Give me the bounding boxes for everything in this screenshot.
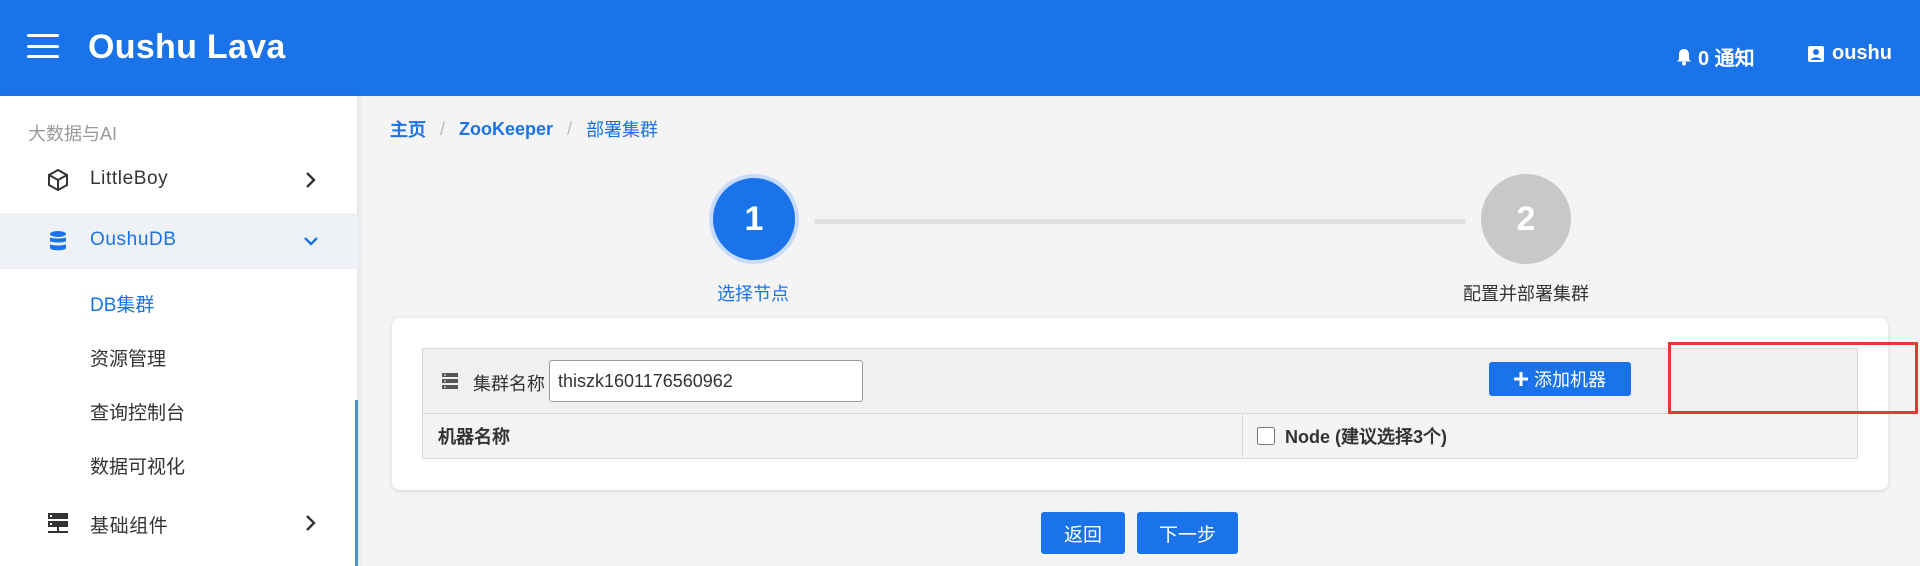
breadcrumb: 主页 / ZooKeeper / 部署集群 xyxy=(390,116,658,142)
sidebar-subitem-db-cluster[interactable]: DB集群 xyxy=(90,290,154,317)
breadcrumb-zookeeper[interactable]: ZooKeeper xyxy=(459,119,553,140)
step-2-label: 配置并部署集群 xyxy=(1463,284,1589,304)
back-button[interactable]: 返回 xyxy=(1041,512,1125,554)
add-machine-label: 添加机器 xyxy=(1534,370,1606,390)
database-icon xyxy=(50,231,66,251)
annotation-highlight-box xyxy=(1668,342,1918,414)
notifications-label: 0 通知 xyxy=(1698,48,1755,70)
step-1-circle: 1 xyxy=(709,174,799,264)
sidebar-item-label: 基础组件 xyxy=(90,516,169,537)
bell-icon xyxy=(1677,48,1691,65)
sidebar-subitem-resource-management[interactable]: 资源管理 xyxy=(90,344,166,371)
cluster-name-label: 集群名称 xyxy=(473,374,545,394)
select-all-nodes-checkbox[interactable] xyxy=(1257,427,1275,445)
sidebar-scrollbar[interactable] xyxy=(355,400,358,566)
add-machine-button[interactable]: 添加机器 xyxy=(1489,362,1631,396)
user-menu[interactable]: oushu xyxy=(1808,42,1892,65)
sidebar-item-oushudb[interactable]: OushuDB xyxy=(0,213,358,269)
chevron-down-icon xyxy=(304,237,318,246)
notifications-button[interactable]: 0 通知 xyxy=(1676,42,1755,71)
sidebar-item-label: OushuDB xyxy=(90,229,177,250)
plus-icon xyxy=(1514,372,1528,386)
cube-icon xyxy=(48,168,68,192)
machine-table-header: 机器名称 Node (建议选择3个) xyxy=(422,414,1858,459)
cluster-name-input[interactable] xyxy=(549,360,863,402)
user-name: oushu xyxy=(1832,42,1892,64)
sidebar-item-label: LittleBoy xyxy=(90,168,169,189)
sidebar-item-base-components[interactable]: 基础组件 xyxy=(0,495,358,551)
server-icon xyxy=(442,373,458,389)
top-header: Oushu Lava 0 通知 oushu xyxy=(0,0,1920,96)
column-machine-name: 机器名称 xyxy=(423,414,1243,458)
sidebar-subitem-query-console[interactable]: 查询控制台 xyxy=(90,398,185,425)
chevron-right-icon xyxy=(306,515,316,531)
server-icon xyxy=(48,513,68,533)
breadcrumb-home[interactable]: 主页 xyxy=(390,116,426,142)
column-node: Node (建议选择3个) xyxy=(1243,414,1857,458)
sidebar: 大数据与AI LittleBoy OushuDB DB集群 资源管理 查询控制台… xyxy=(0,96,358,566)
breadcrumb-current: 部署集群 xyxy=(586,120,659,140)
step-2-circle: 2 xyxy=(1481,174,1571,264)
breadcrumb-separator: / xyxy=(567,118,573,139)
node-selection-card: 集群名称 添加机器 机器名称 Node (建议选择3个) xyxy=(392,318,1888,490)
next-step-button[interactable]: 下一步 xyxy=(1137,512,1238,554)
step-1-label: 选择节点 xyxy=(717,284,789,304)
sidebar-subitem-data-visualization[interactable]: 数据可视化 xyxy=(90,452,185,479)
chevron-right-icon xyxy=(306,172,316,188)
menu-icon[interactable] xyxy=(27,34,59,58)
sidebar-section-label: 大数据与AI xyxy=(28,124,118,144)
stepper-line xyxy=(814,219,1466,224)
column-node-label: Node (建议选择3个) xyxy=(1285,427,1447,447)
app-title: Oushu Lava xyxy=(88,28,286,66)
breadcrumb-separator: / xyxy=(440,118,446,139)
cluster-toolbar: 集群名称 添加机器 xyxy=(422,348,1858,414)
sidebar-item-littleboy[interactable]: LittleBoy xyxy=(0,152,358,208)
user-icon xyxy=(1808,45,1824,62)
